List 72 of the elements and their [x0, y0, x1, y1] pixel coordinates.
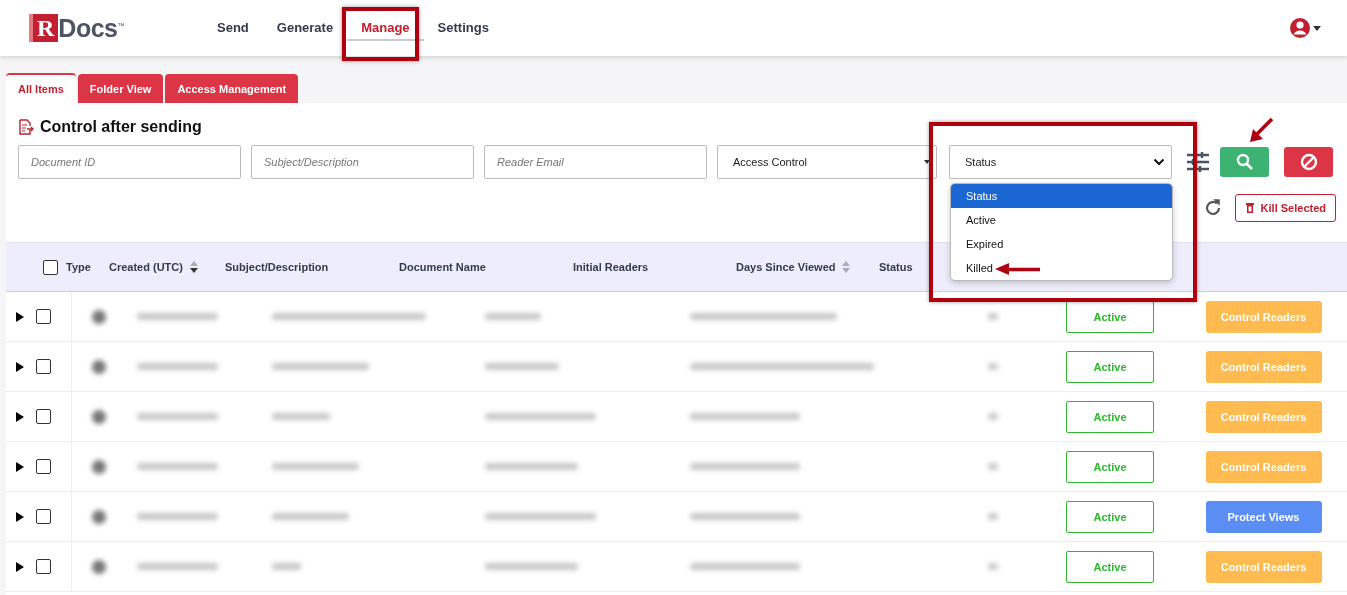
status-label: Active: [1066, 350, 1154, 383]
blurred-text: [987, 463, 998, 470]
blurred-text: [987, 563, 998, 570]
status-select[interactable]: Status: [949, 145, 1172, 179]
status-label: Active: [1066, 550, 1154, 583]
dropdown-option[interactable]: Killed: [951, 256, 1172, 280]
search-button[interactable]: [1220, 147, 1269, 177]
row-action-button[interactable]: Protect Views: [1205, 500, 1322, 533]
user-icon[interactable]: [1289, 17, 1323, 39]
select-all-checkbox[interactable]: [43, 259, 58, 275]
tab[interactable]: Folder View: [77, 74, 164, 103]
clear-button[interactable]: [1284, 147, 1333, 177]
ban-icon: [1299, 153, 1318, 171]
access-control-select[interactable]: Access Control: [717, 145, 937, 179]
nav-link[interactable]: Send: [203, 15, 263, 41]
sliders-icon[interactable]: [1186, 151, 1210, 173]
column-header: Document Name: [399, 261, 486, 273]
dropdown-option[interactable]: Expired: [951, 232, 1172, 256]
nav-link[interactable]: Generate: [262, 15, 348, 41]
column-header: Subject/Description: [225, 261, 329, 273]
status-label: Active: [1066, 300, 1154, 333]
row-checkbox[interactable]: [36, 409, 51, 424]
column-header: Initial Readers: [573, 261, 649, 273]
filter-input[interactable]: Reader Email: [484, 145, 707, 179]
blurred-text: [987, 363, 998, 370]
expand-icon[interactable]: [16, 361, 24, 372]
tab[interactable]: All Items: [6, 73, 76, 103]
expand-icon[interactable]: [16, 461, 24, 472]
column-header: Status: [879, 261, 913, 273]
blurred-text: [272, 563, 301, 570]
sort-icon[interactable]: [188, 260, 199, 274]
blurred-text: [987, 513, 998, 520]
expand-icon[interactable]: [16, 311, 24, 322]
blurred-type-icon: [92, 559, 106, 574]
nav-link[interactable]: Settings: [423, 15, 503, 41]
search-icon: [1235, 153, 1254, 171]
row-checkbox[interactable]: [36, 359, 51, 374]
blurred-text: [987, 313, 998, 320]
annotation-arrow: [994, 262, 1042, 276]
row-checkbox[interactable]: [36, 559, 51, 574]
logo[interactable]: R Docs$^{™}$: [29, 13, 189, 43]
column-header: Days Since Viewed: [736, 261, 836, 273]
expand-icon[interactable]: [16, 411, 24, 422]
document-arrow-icon: [18, 119, 34, 135]
column-header: Created (UTC): [109, 261, 183, 273]
tab[interactable]: Access Management: [165, 74, 299, 103]
row-checkbox[interactable]: [36, 509, 51, 524]
blurred-text: [987, 413, 998, 420]
expand-icon[interactable]: [16, 561, 24, 572]
column-header: Type: [66, 261, 91, 273]
blurred-text: [272, 413, 330, 420]
dropdown-option[interactable]: Active: [951, 208, 1172, 232]
nav-link[interactable]: Manage: [347, 15, 424, 41]
blurred-type-icon: [92, 409, 106, 424]
status-label: Active: [1066, 500, 1154, 533]
row-checkbox[interactable]: [36, 309, 51, 324]
blurred-type-icon: [92, 359, 106, 374]
status-label: Active: [1066, 450, 1154, 483]
expand-icon[interactable]: [16, 511, 24, 522]
row-checkbox[interactable]: [36, 459, 51, 474]
blurred-type-icon: [92, 459, 106, 474]
page-title: Control after sending: [40, 118, 202, 136]
filter-input[interactable]: Document ID: [18, 145, 241, 179]
filter-input[interactable]: Subject/Description: [251, 145, 474, 179]
status-label: Active: [1066, 400, 1154, 433]
blurred-type-icon: [92, 309, 106, 324]
blurred-text: [485, 313, 541, 320]
kill-selected-button[interactable]: Kill Selected: [1234, 194, 1336, 222]
dropdown-option[interactable]: Status: [951, 184, 1172, 208]
blurred-type-icon: [92, 509, 106, 524]
chevron-icon: [1153, 158, 1165, 166]
trash-icon: [1244, 202, 1255, 214]
